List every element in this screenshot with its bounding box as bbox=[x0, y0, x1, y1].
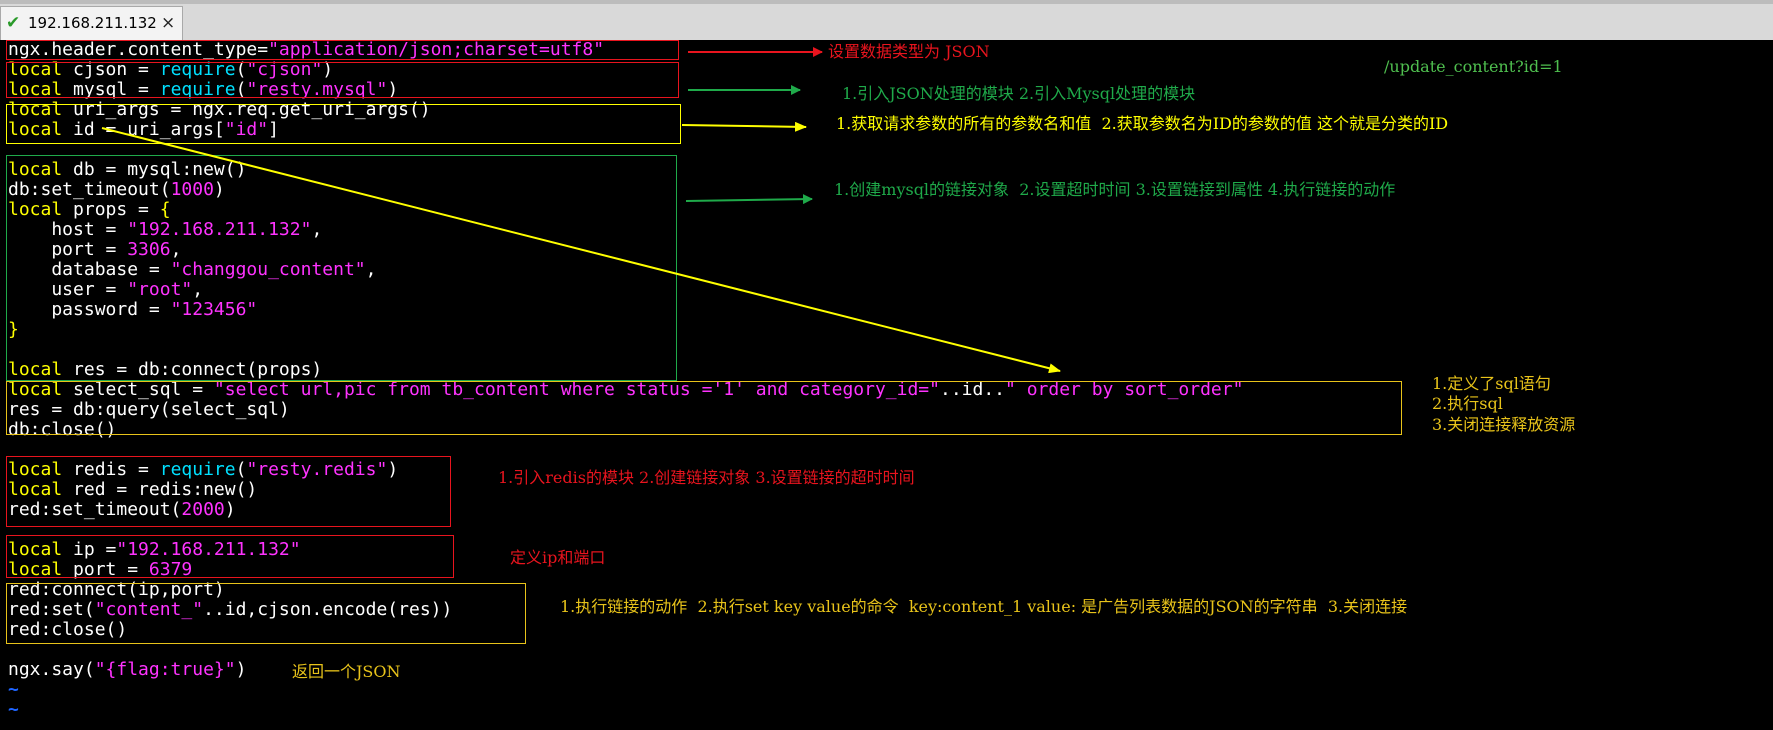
annotation-arrows bbox=[101, 47, 1061, 374]
close-tab-icon[interactable]: × bbox=[161, 13, 175, 33]
session-tab[interactable]: ✔ 192.168.211.132 × bbox=[0, 6, 183, 40]
tab-bar: ✔ 192.168.211.132 × bbox=[0, 0, 1773, 40]
terminal-window[interactable]: /update_content?id=1 ngx.header.content_… bbox=[0, 40, 1773, 730]
arrow-id-to-sql bbox=[101, 127, 1061, 374]
tab-bar-strip bbox=[0, 0, 1773, 4]
check-icon: ✔ bbox=[6, 13, 21, 33]
tab-title: 192.168.211.132 bbox=[28, 14, 157, 32]
arrow-mysql bbox=[685, 194, 813, 205]
arrow-uri-args bbox=[681, 121, 807, 132]
